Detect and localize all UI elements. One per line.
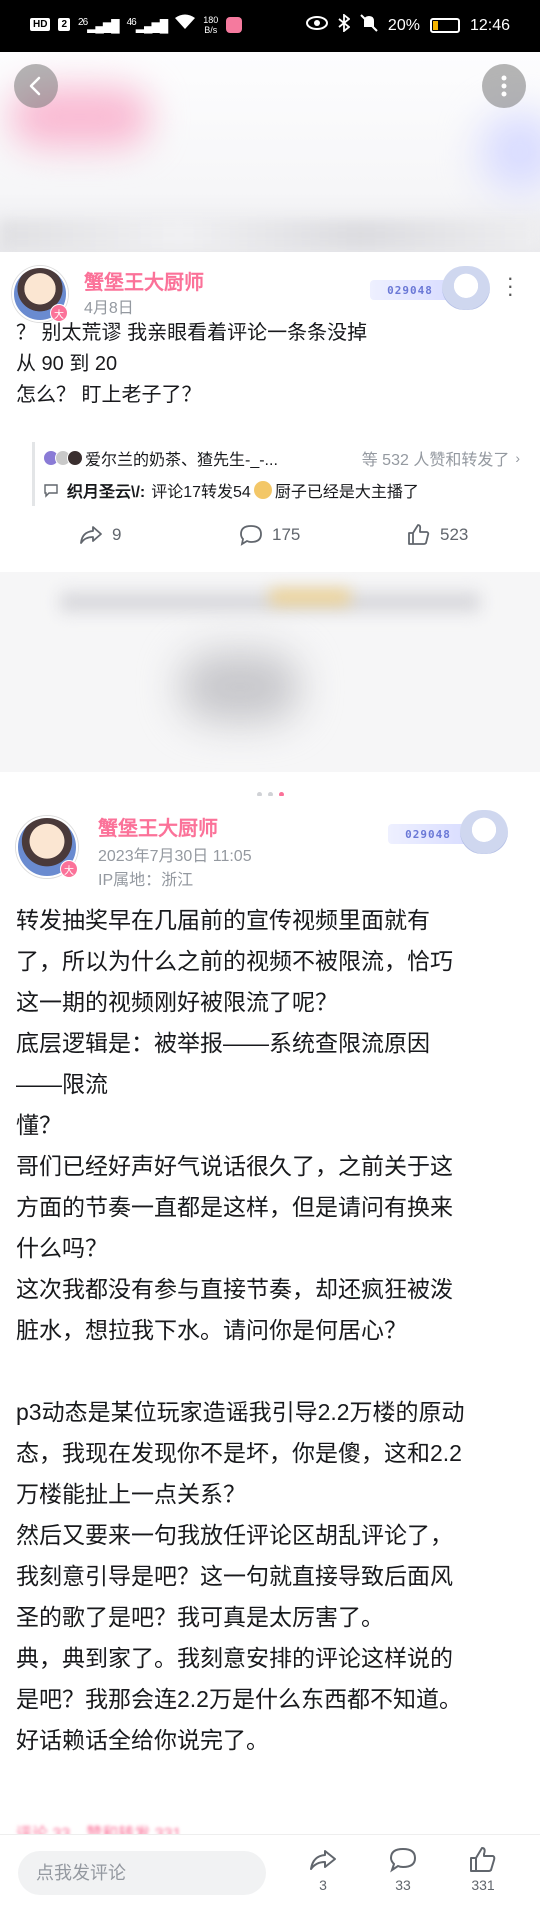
like-summary: 等 532 人赞和转发了 (361, 452, 510, 469)
fan-number: 029048 (370, 280, 450, 300)
signal-icon: 26▂▄▆█ (78, 16, 120, 33)
post-text: 转发抽奖早在几届前的宣传视频里面就有 了，所以为什么之前的视频不被限流，恰巧 这… (16, 907, 465, 1753)
ip-location: IP属地：浙江 (98, 872, 194, 889)
forward-icon (310, 1850, 336, 1870)
avatar[interactable]: 大 (16, 816, 78, 878)
like-button[interactable]: 331 (458, 1845, 508, 1893)
battery-icon (429, 18, 460, 33)
net-speed: 180 B/s (203, 14, 219, 35)
chevron-left-icon (29, 76, 41, 96)
fan-badge[interactable]: 029048 (388, 810, 508, 854)
post-actions: 9 175 523 (0, 522, 540, 562)
wifi-icon (175, 14, 196, 35)
more-vertical-icon (501, 75, 507, 97)
mute-icon (360, 14, 378, 37)
thumbs-up-icon (408, 524, 430, 545)
top-comment-row[interactable]: 织月圣云\/: 评论17转发54 厨子已经是大主播了 (43, 474, 520, 506)
likers-row[interactable]: 爱尔兰的奶茶、猹先生-_-... 等 532 人赞和转发了 › (43, 442, 520, 474)
interaction-summary[interactable]: 爱尔兰的奶茶、猹先生-_-... 等 532 人赞和转发了 › 织月圣云\/: … (32, 442, 520, 506)
comment-icon (44, 484, 58, 498)
username[interactable]: 蟹堡王大厨师 (84, 266, 204, 295)
comment-text-a: 评论17转发54 (151, 484, 251, 501)
bluetooth-icon (338, 13, 351, 37)
comment-bubble-icon (240, 525, 262, 546)
header-banner (0, 52, 540, 252)
clock: 12:46 (469, 16, 510, 34)
like-count: 523 (440, 525, 469, 544)
fan-number: 029048 (388, 824, 468, 844)
comment-input[interactable]: 点我发评论 (18, 1851, 266, 1895)
signal-icon-2: 46▂▄▆█ (126, 16, 169, 33)
forward-count: 3 (319, 1877, 327, 1893)
post-date: 4月8日 (84, 300, 134, 317)
post-menu-icon[interactable]: · · · (507, 267, 514, 305)
bottom-bar: 点我发评论 3 33 331 (0, 1834, 540, 1913)
decoration-avatar-icon (460, 810, 508, 854)
emoji-icon (253, 481, 272, 499)
image-carousel[interactable] (0, 572, 540, 772)
post-text: ？ 别太荒谬 我亲眼看着评论一条条没掉 从 90 到 20 怎么？ 盯上老子了？ (16, 322, 368, 406)
level-badge-icon: 大 (60, 860, 78, 878)
like-button[interactable]: 523 (406, 522, 468, 548)
comment-button[interactable]: 175 (238, 522, 300, 548)
thumbs-up-icon (470, 1847, 496, 1872)
comment-button[interactable]: 33 (378, 1845, 428, 1893)
comment-count: 33 (395, 1877, 411, 1893)
sim-indicator: 2 (58, 18, 71, 31)
post-datetime: 2023年7月30日 11:05 (98, 848, 252, 865)
fan-badge[interactable]: 029048 (370, 266, 490, 310)
comment-text-b: 厨子已经是大主播了 (274, 484, 419, 501)
eye-icon (305, 16, 328, 35)
forward-button[interactable]: 9 (78, 522, 121, 548)
battery-percent: 20% (387, 16, 420, 34)
back-button[interactable] (14, 64, 58, 108)
forwarded-post-card[interactable]: 大 蟹堡王大厨师 4月8日 029048 · · · ？ 别太荒谬 我亲眼看着评论一… (0, 252, 540, 572)
original-post-card: 大 蟹堡王大厨师 2023年7月30日 11:05 IP属地：浙江 029048… (0, 796, 540, 1843)
status-bar: HD 2 26▂▄▆█ 46▂▄▆█ 180 B/s 20% 12:46 (0, 0, 540, 52)
app-notification-icon (226, 16, 243, 33)
hd-indicator: HD (30, 18, 51, 31)
comment-user[interactable]: 织月圣云\/: (67, 478, 145, 502)
more-button[interactable] (482, 64, 526, 108)
liker-avatars (43, 450, 83, 466)
forward-icon (80, 526, 102, 544)
comment-count: 175 (272, 525, 301, 544)
forward-button[interactable]: 3 (298, 1845, 348, 1893)
chevron-right-icon: › (515, 450, 520, 466)
like-count: 331 (471, 1877, 495, 1893)
decoration-avatar-icon (442, 266, 490, 310)
avatar[interactable]: 大 (12, 266, 68, 322)
forward-count: 9 (112, 525, 122, 544)
comment-bubble-icon (389, 1847, 417, 1873)
username[interactable]: 蟹堡王大厨师 (98, 812, 218, 841)
likers-names: 爱尔兰的奶茶、猹先生-_-... (85, 452, 278, 469)
